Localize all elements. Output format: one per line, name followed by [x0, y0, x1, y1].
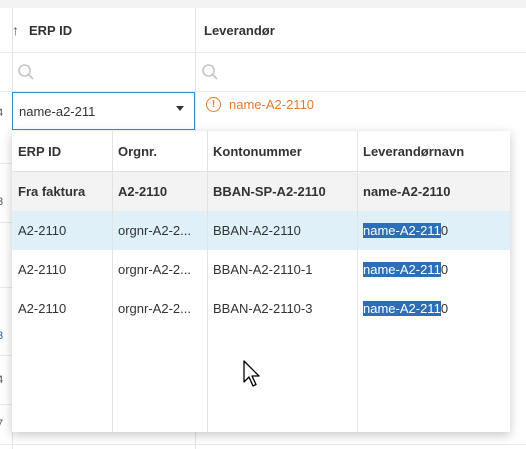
- row-divider: [0, 444, 526, 445]
- mouse-cursor-icon: [243, 360, 260, 387]
- row-divider: [0, 287, 12, 288]
- row-divider: [0, 355, 12, 356]
- header-divider: [0, 52, 526, 53]
- dropdown-option[interactable]: A2-2110 orgnr-A2-2... BBAN-A2-2110-3 nam…: [12, 289, 510, 328]
- dropdown-header-kontonummer: Kontonummer: [213, 143, 302, 159]
- row-number: 4: [0, 107, 4, 119]
- option-leverandornavn: name-A2-211 0: [357, 250, 510, 289]
- filter-search-icon[interactable]: [17, 63, 35, 81]
- column-header-erp-id[interactable]: ↑ ERP ID: [12, 8, 192, 52]
- option-name-rest: 0: [440, 301, 449, 316]
- supplier-name-value: name-A2-2110: [229, 97, 315, 112]
- row-divider: [0, 163, 12, 164]
- option-name-rest: 0: [440, 223, 449, 238]
- dropdown-option[interactable]: A2-2110 orgnr-A2-2... BBAN-A2-2110-1 nam…: [12, 250, 510, 289]
- invoice-kontonummer: BBAN-SP-A2-2110: [213, 184, 326, 199]
- option-kontonummer: BBAN-A2-2110-3: [213, 301, 313, 316]
- top-strip: [0, 0, 526, 8]
- column-header-label: ERP ID: [29, 22, 73, 38]
- invoice-reference-row: Fra faktura A2-2110 BBAN-SP-A2-2110 name…: [12, 172, 510, 211]
- option-name-rest: 0: [440, 262, 449, 277]
- filter-search-icon[interactable]: [201, 63, 219, 81]
- column-header-leverandor[interactable]: Leverandør: [204, 8, 524, 52]
- search-match-highlight: name-A2-211: [363, 262, 441, 277]
- option-kontonummer: BBAN-A2-2110-1: [213, 262, 313, 277]
- option-erp-id: A2-2110: [18, 262, 67, 277]
- dropdown-header-orgnr: Orgnr.: [118, 143, 158, 159]
- caret-down-icon[interactable]: [176, 106, 184, 111]
- option-leverandornavn: name-A2-211 0: [357, 289, 510, 328]
- erp-id-combobox[interactable]: name-a2-211: [12, 92, 195, 130]
- dropdown-column-divider: [207, 131, 208, 432]
- dropdown-header-leverandornavn: Leverandørnavn: [363, 143, 465, 159]
- sort-ascending-icon[interactable]: ↑: [12, 22, 19, 38]
- option-kontonummer: BBAN-A2-2110: [213, 223, 301, 238]
- invoice-leverandornavn: name-A2-2110: [363, 184, 451, 199]
- dropdown-header-erp-id: ERP ID: [18, 143, 62, 159]
- warning-icon: !: [206, 97, 221, 112]
- row-number: 3: [0, 196, 4, 208]
- option-orgnr: orgnr-A2-2...: [118, 262, 191, 277]
- invoice-erp-id: Fra faktura: [18, 184, 86, 199]
- combobox-value: name-a2-211: [19, 103, 96, 119]
- dropdown-column-divider: [357, 131, 358, 432]
- option-leverandornavn: name-A2-211 0: [357, 211, 510, 250]
- row-divider: [0, 222, 12, 223]
- search-match-highlight: name-A2-211: [363, 301, 441, 316]
- invoice-orgnr: A2-2110: [118, 184, 168, 199]
- row-divider: [0, 404, 12, 405]
- dropdown-header-row: ERP ID Orgnr. Kontonummer Leverandørnavn: [12, 131, 510, 172]
- dropdown-column-divider: [112, 131, 113, 432]
- option-erp-id: A2-2110: [18, 223, 67, 238]
- option-erp-id: A2-2110: [18, 301, 67, 316]
- search-match-highlight: name-A2-211: [363, 223, 441, 238]
- option-orgnr: orgnr-A2-2...: [118, 223, 191, 238]
- option-orgnr: orgnr-A2-2...: [118, 301, 191, 316]
- row-number: 7: [0, 418, 4, 430]
- dropdown-option[interactable]: A2-2110 orgnr-A2-2... BBAN-A2-2110 name-…: [12, 211, 510, 250]
- column-header-label: Leverandør: [204, 22, 275, 38]
- row-number: 3: [0, 330, 4, 342]
- supplier-name-cell[interactable]: ! name-A2-2110: [206, 97, 314, 112]
- row-number: 4: [0, 374, 4, 386]
